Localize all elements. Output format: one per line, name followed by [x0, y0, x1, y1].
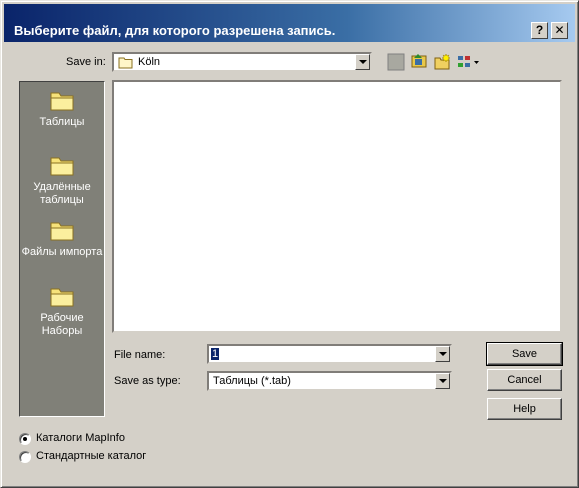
radio-button[interactable]	[19, 451, 31, 463]
file-list[interactable]	[112, 80, 562, 333]
window-title: Выберите файл, для которого разрешена за…	[14, 23, 336, 38]
folder-icon	[50, 157, 74, 176]
save-file-dialog: Выберите файл, для которого разрешена за…	[0, 0, 579, 488]
place-tables[interactable]: Таблицы	[20, 88, 104, 129]
help-icon: ?	[535, 23, 544, 37]
up-folder-icon[interactable]	[387, 53, 405, 71]
radio-label: Каталоги MapInfo	[36, 432, 125, 444]
place-label: Таблицы	[39, 116, 85, 128]
place-import-files[interactable]: Файлы импорта	[20, 218, 104, 259]
save-button[interactable]: Save	[486, 342, 563, 366]
help-button[interactable]: Help	[487, 398, 562, 420]
place-label: Удалённые таблицы	[33, 181, 91, 206]
save-as-type-dropdown[interactable]: Таблицы (*.tab)	[207, 371, 452, 391]
chevron-down-icon[interactable]	[435, 346, 450, 362]
save-in-value: Köln	[138, 56, 161, 68]
chevron-down-icon[interactable]	[355, 54, 370, 70]
folder-icon	[118, 57, 133, 69]
desktop-icon[interactable]	[410, 53, 428, 71]
chevron-down-icon[interactable]	[435, 373, 450, 389]
folder-icon	[50, 92, 74, 111]
folder-icon	[50, 288, 74, 307]
places-bar: Таблицы Удалённые таблицы Файлы импорта …	[19, 81, 105, 417]
save-as-type-label: Save as type:	[114, 375, 181, 387]
folder-icon	[50, 222, 74, 241]
save-as-type-value: Таблицы (*.tab)	[213, 375, 291, 387]
file-name-label: File name:	[114, 349, 166, 361]
title-bar[interactable]: Выберите файл, для которого разрешена за…	[4, 4, 575, 42]
radio-label: Стандартные каталог	[36, 450, 147, 462]
save-in-dropdown[interactable]: Köln	[112, 52, 372, 72]
help-title-button[interactable]: ?	[531, 22, 548, 39]
place-workspaces[interactable]: Рабочие Наборы	[20, 284, 104, 338]
close-button[interactable]: ✕	[551, 22, 568, 39]
place-remote-tables[interactable]: Удалённые таблицы	[20, 153, 104, 207]
file-name-input[interactable]: 1	[207, 344, 452, 364]
close-icon: ✕	[554, 23, 565, 37]
new-folder-icon[interactable]	[433, 53, 451, 71]
place-label: Рабочие Наборы	[40, 312, 84, 337]
place-label: Файлы импорта	[21, 246, 103, 258]
cancel-button[interactable]: Cancel	[487, 369, 562, 391]
save-in-label: Save in:	[66, 56, 106, 68]
file-name-value: 1	[211, 348, 220, 360]
view-menu-icon[interactable]	[457, 53, 481, 71]
radio-button[interactable]	[19, 433, 31, 445]
